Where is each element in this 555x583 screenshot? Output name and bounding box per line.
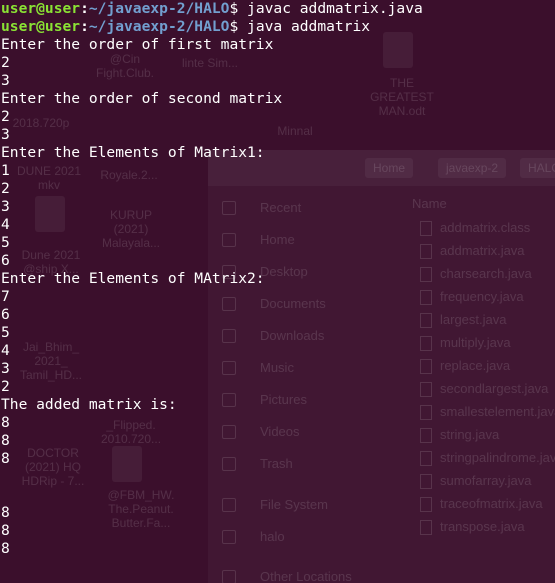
output-line: Enter the Elements of Matrix1: — [1, 144, 265, 161]
output-line: Enter the order of second matrix — [1, 90, 283, 107]
output-line: 3 — [1, 198, 10, 215]
output-line: 3 — [1, 126, 10, 143]
command-line: user@user:~/javaexp-2/HALO$ javac addmat… — [1, 0, 555, 18]
output-line: 6 — [1, 252, 10, 269]
prompt-path: ~/javaexp-2/HALO — [88, 18, 230, 35]
output-line: 2 — [1, 54, 10, 71]
plus-icon — [222, 570, 236, 583]
output-line: 1 — [1, 162, 10, 179]
output-line: 8 — [1, 450, 10, 467]
output-line: 3 — [1, 72, 10, 89]
prompt-path: ~/javaexp-2/HALO — [88, 0, 230, 17]
command-text: javac addmatrix.java — [238, 0, 423, 17]
output-line: 5 — [1, 234, 10, 251]
command-line: user@user:~/javaexp-2/HALO$ java addmatr… — [1, 18, 555, 36]
output-line: 8 — [1, 522, 10, 539]
output-line: 8 — [1, 432, 10, 449]
prompt-separator: : — [80, 0, 89, 17]
output-line: 6 — [1, 306, 10, 323]
output-line: 2 — [1, 180, 10, 197]
prompt-symbol: $ — [229, 0, 239, 17]
prompt-separator: : — [80, 18, 89, 35]
prompt-user-host: user@user — [1, 18, 81, 35]
output-line: 4 — [1, 342, 10, 359]
output-line: Enter the order of first matrix — [1, 36, 274, 53]
output-line: 2 — [1, 108, 10, 125]
output-line: 3 — [1, 360, 10, 377]
output-line: 8 — [1, 414, 10, 431]
prompt-symbol: $ — [229, 18, 239, 35]
terminal-output[interactable]: user@user:~/javaexp-2/HALO$ javac addmat… — [1, 0, 555, 558]
output-line: 7 — [1, 288, 10, 305]
sidebar-item-other-locations: Other Locations — [260, 569, 352, 583]
prompt-user-host: user@user — [1, 0, 81, 17]
output-line: Enter the Elements of MAtrix2: — [1, 270, 265, 287]
output-line: 5 — [1, 324, 10, 341]
output-line: 4 — [1, 216, 10, 233]
output-line: 8 — [1, 540, 10, 557]
output-line: 2 — [1, 378, 10, 395]
command-text: java addmatrix — [238, 18, 371, 35]
output-line: The added matrix is: — [1, 396, 177, 413]
output-line: 8 — [1, 504, 10, 521]
